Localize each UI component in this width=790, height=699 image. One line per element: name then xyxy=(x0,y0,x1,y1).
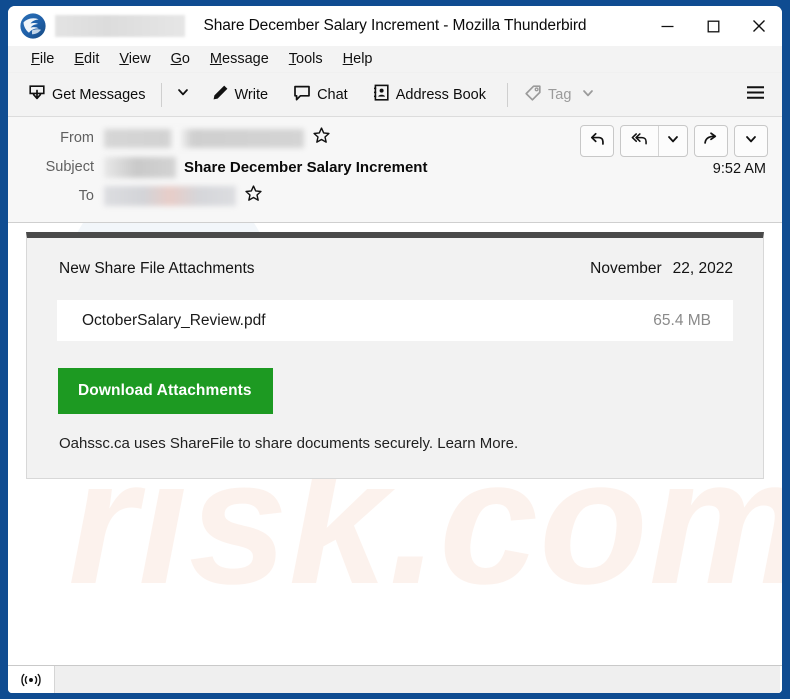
minimize-button[interactable] xyxy=(644,6,690,46)
chevron-down-icon xyxy=(666,132,680,151)
message-time: 9:52 AM xyxy=(712,161,766,177)
get-messages-button[interactable]: Get Messages xyxy=(20,79,153,111)
status-message-field xyxy=(54,666,780,693)
forward-arrow-icon xyxy=(702,130,720,153)
inbox-download-icon xyxy=(27,83,47,107)
more-actions-button[interactable] xyxy=(734,125,768,157)
from-address-redacted[interactable] xyxy=(104,128,304,148)
get-messages-dropdown[interactable] xyxy=(170,79,196,111)
forward-button[interactable] xyxy=(694,125,728,157)
footer-text: Oahssc.ca uses ShareFile to share docume… xyxy=(59,435,438,452)
learn-more-link[interactable]: Learn More. xyxy=(437,435,518,452)
attachment-filename: OctoberSalary_Review.pdf xyxy=(82,311,266,329)
chat-button[interactable]: Chat xyxy=(285,79,355,111)
address-book-button[interactable]: Address Book xyxy=(365,79,493,111)
menu-help[interactable]: Help xyxy=(333,49,383,69)
menu-edit[interactable]: Edit xyxy=(64,49,109,69)
attachment-filesize: 65.4 MB xyxy=(653,311,711,329)
sharefile-email-card: New Share File Attachments November 22, … xyxy=(26,232,764,479)
email-card-footer: Oahssc.ca uses ShareFile to share docume… xyxy=(59,435,733,452)
reply-button[interactable] xyxy=(580,125,614,157)
app-menu-button[interactable] xyxy=(738,79,772,111)
to-value-row xyxy=(104,184,548,208)
email-card-date: November 22, 2022 xyxy=(590,260,733,278)
toolbar-separator-1 xyxy=(160,82,162,107)
reply-all-dropdown[interactable] xyxy=(658,126,687,156)
toolbar-separator-2 xyxy=(507,82,508,107)
star-icon[interactable] xyxy=(312,126,331,150)
email-card-heading: New Share File Attachments xyxy=(59,260,255,277)
message-body: PC risk.com New Share File Attachments N… xyxy=(8,223,782,665)
tag-icon xyxy=(523,83,543,107)
hamburger-menu-icon xyxy=(745,84,766,106)
tag-label: Tag xyxy=(548,86,572,103)
write-label: Write xyxy=(234,86,269,103)
message-action-buttons xyxy=(580,125,768,157)
subject-text: Share December Salary Increment xyxy=(184,158,428,176)
thunderbird-icon xyxy=(19,12,47,40)
to-label: To xyxy=(78,188,94,204)
tag-button[interactable]: Tag xyxy=(516,79,602,111)
reply-all-split-button xyxy=(620,125,688,157)
close-button[interactable] xyxy=(736,6,782,46)
titlebar: Share December Salary Increment - Mozill… xyxy=(8,6,782,46)
reply-icon xyxy=(588,130,606,153)
menubar: File Edit View Go Message Tools Help xyxy=(8,46,782,73)
email-card-header: New Share File Attachments November 22, … xyxy=(57,260,733,278)
subject-label: Subject xyxy=(45,159,94,175)
get-messages-label: Get Messages xyxy=(52,86,146,103)
subject-prefix-redacted xyxy=(104,156,176,178)
address-book-icon xyxy=(372,83,391,106)
window-frame: Share December Salary Increment - Mozill… xyxy=(0,0,790,699)
date-day-year: 22, 2022 xyxy=(672,260,733,277)
from-value-row xyxy=(104,126,548,150)
pencil-icon xyxy=(211,83,230,106)
reply-all-button[interactable] xyxy=(621,126,658,156)
chevron-down-icon xyxy=(744,132,758,151)
chevron-down-icon xyxy=(176,85,190,104)
from-label: From xyxy=(60,130,94,146)
window-controls xyxy=(644,6,782,46)
reply-all-icon xyxy=(630,130,649,153)
chat-bubble-icon xyxy=(292,83,312,107)
menu-file[interactable]: File xyxy=(21,49,64,69)
download-attachments-button[interactable]: Download Attachments xyxy=(58,368,273,414)
broadcast-signal-icon[interactable] xyxy=(8,666,54,693)
address-book-label: Address Book xyxy=(395,86,486,103)
menu-message[interactable]: Message xyxy=(200,49,279,69)
menu-view[interactable]: View xyxy=(109,49,160,69)
menu-tools[interactable]: Tools xyxy=(279,49,333,69)
chat-label: Chat xyxy=(317,86,348,103)
attachment-row[interactable]: OctoberSalary_Review.pdf 65.4 MB xyxy=(57,300,733,341)
star-icon[interactable] xyxy=(244,184,263,208)
message-header: From Subject Share December Salary Incre… xyxy=(8,117,782,223)
write-button[interactable]: Write xyxy=(204,79,276,111)
to-address-redacted[interactable] xyxy=(104,186,236,206)
chevron-down-icon xyxy=(581,86,595,104)
subject-value-row: Share December Salary Increment xyxy=(104,155,548,179)
maximize-button[interactable] xyxy=(690,6,736,46)
main-toolbar: Get Messages Write Chat Address Book Tag xyxy=(8,73,782,117)
menu-go[interactable]: Go xyxy=(161,49,200,69)
statusbar xyxy=(8,665,782,693)
date-month: November xyxy=(590,260,662,277)
thunderbird-window: Share December Salary Increment - Mozill… xyxy=(8,6,782,693)
titlebar-redacted-account xyxy=(55,15,185,37)
